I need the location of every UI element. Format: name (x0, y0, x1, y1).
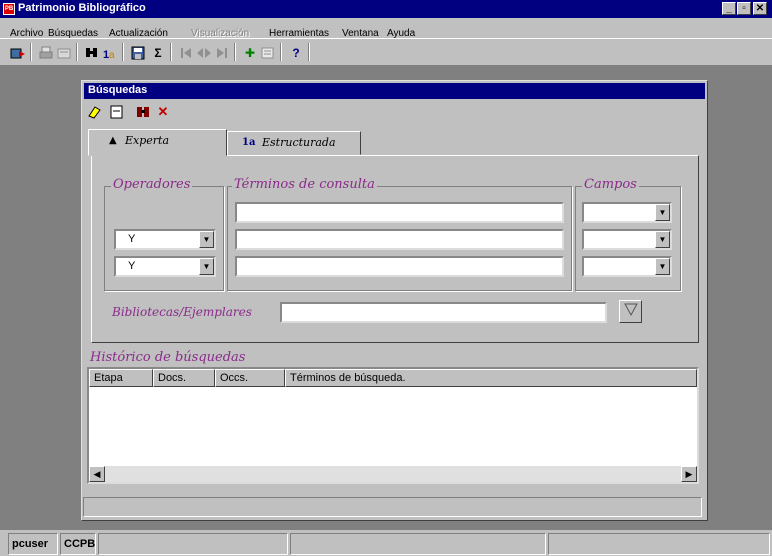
print-icon[interactable] (38, 45, 54, 61)
field-select[interactable]: ▼ (582, 256, 672, 277)
exit-icon[interactable] (10, 45, 26, 61)
minimize-button[interactable]: _ (722, 2, 736, 15)
status-panel (290, 533, 546, 555)
open-icon[interactable] (56, 45, 72, 61)
save-icon[interactable] (130, 45, 146, 61)
fields-legend: Campos (582, 177, 639, 192)
column-header-terminos[interactable]: Términos de búsqueda. (285, 369, 697, 387)
libraries-input[interactable] (280, 302, 607, 323)
chevron-down-icon[interactable]: ▼ (199, 258, 214, 275)
search-window-status (83, 497, 702, 517)
scroll-left-icon[interactable]: ◀ (89, 466, 105, 482)
structured-search-icon: 1a (242, 137, 256, 148)
binoculars-icon[interactable] (134, 103, 152, 121)
tab-estructurada[interactable]: 1a Estructurada (227, 131, 361, 155)
column-header-docs[interactable]: Docs. (153, 369, 215, 387)
main-toolbar: 1a Σ ✚ ? (0, 38, 772, 66)
first-record-icon[interactable] (178, 45, 194, 61)
binoculars-icon: ▲ (109, 135, 117, 146)
toolbar-separator (280, 43, 282, 61)
toolbar-separator (308, 43, 310, 61)
close-button[interactable]: ✕ (753, 2, 767, 15)
status-user: pcuser (8, 533, 58, 555)
chevron-down-icon[interactable]: ▼ (199, 231, 214, 248)
horizontal-scrollbar[interactable]: ◀ ▶ (89, 466, 697, 482)
search-icon[interactable] (84, 45, 100, 61)
libraries-label: Bibliotecas/Ejemplares (112, 305, 252, 319)
operator-select[interactable]: Y ▼ (114, 229, 216, 250)
term-input[interactable] (235, 229, 564, 250)
edit-icon[interactable] (260, 45, 276, 61)
field-select[interactable]: ▼ (582, 202, 672, 223)
operator-select[interactable]: Y ▼ (114, 256, 216, 277)
toolbar-separator (30, 43, 32, 61)
operator-value: Y (128, 260, 136, 272)
search-window-title: Búsquedas (84, 83, 705, 99)
status-bar: pcuser CCPB (0, 531, 772, 556)
eraser-icon[interactable] (86, 103, 104, 121)
history-table[interactable]: Etapa Docs. Occs. Términos de búsqueda. … (87, 367, 699, 484)
history-title: Histórico de búsquedas (90, 350, 246, 365)
scroll-right-icon[interactable]: ▶ (681, 466, 697, 482)
window-title: Patrimonio Bibliográfico (18, 2, 146, 14)
restore-button[interactable]: ▫ (737, 2, 751, 15)
toolbar-separator (76, 43, 78, 61)
terms-legend: Términos de consulta (232, 177, 377, 192)
tab-estructurada-label: Estructurada (262, 136, 336, 149)
app-icon: PB (3, 3, 15, 15)
operators-legend: Operadores (111, 177, 193, 192)
structured-search-icon[interactable]: 1a (102, 45, 118, 61)
triangle-down-icon (623, 303, 638, 317)
navigate-icon[interactable] (196, 45, 212, 61)
column-header-occs[interactable]: Occs. (215, 369, 285, 387)
title-bar: PB Patrimonio Bibliográfico _ ▫ ✕ (0, 0, 772, 18)
clear-form-icon[interactable] (108, 103, 126, 121)
column-header-etapa[interactable]: Etapa (89, 369, 153, 387)
sum-icon[interactable]: Σ (150, 45, 166, 61)
toolbar-separator (170, 43, 172, 61)
toolbar-separator (234, 43, 236, 61)
term-input[interactable] (235, 202, 564, 223)
svg-text:a: a (109, 50, 115, 61)
status-panel (548, 533, 770, 555)
chevron-down-icon[interactable]: ▼ (655, 204, 670, 221)
chevron-down-icon[interactable]: ▼ (655, 231, 670, 248)
tab-experta[interactable]: ▲ Experta (88, 129, 227, 156)
field-select[interactable]: ▼ (582, 229, 672, 250)
status-org: CCPB (60, 533, 96, 555)
delete-icon[interactable]: ✕ (154, 103, 172, 121)
libraries-picker-button[interactable] (619, 300, 642, 323)
chevron-down-icon[interactable]: ▼ (655, 258, 670, 275)
tab-experta-label: Experta (125, 134, 170, 147)
add-icon[interactable]: ✚ (242, 45, 258, 61)
operator-value: Y (128, 233, 136, 245)
term-input[interactable] (235, 256, 564, 277)
menu-bar: Archivo Búsquedas Actualización Visualiz… (0, 18, 772, 39)
toolbar-separator (122, 43, 124, 61)
help-icon[interactable]: ? (288, 45, 304, 61)
last-record-icon[interactable] (214, 45, 230, 61)
status-panel (98, 533, 288, 555)
